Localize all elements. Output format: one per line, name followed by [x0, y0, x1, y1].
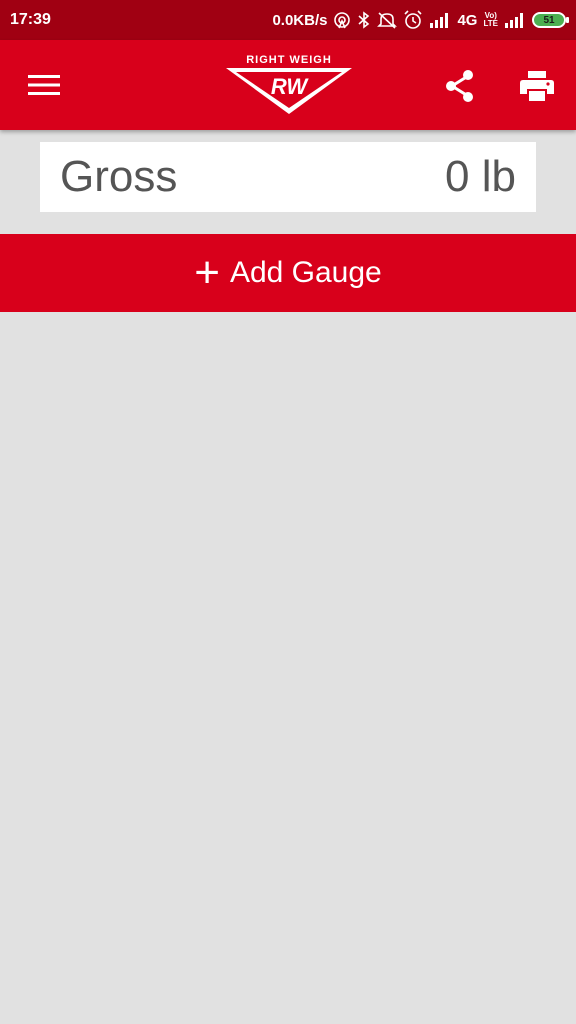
battery-icon: 51: [532, 12, 569, 28]
add-gauge-button[interactable]: + Add Gauge: [0, 234, 576, 312]
status-time: 17:39: [10, 11, 51, 28]
print-icon: [520, 71, 554, 101]
network-speed: 0.0KB/s: [272, 11, 328, 29]
gross-weight-card: Gross 0 lb: [40, 142, 536, 212]
share-icon: [446, 70, 473, 102]
gross-value: 0 lb: [445, 152, 516, 201]
logo-top-text: RIGHT WEIGH: [246, 54, 332, 66]
gross-label: Gross: [60, 152, 178, 201]
mute-icon: [377, 11, 398, 29]
status-bar: 17:39 0.0KB/s 4G Vo) LTE 51: [0, 0, 576, 40]
right-weigh-logo: RIGHT WEIGH RW: [224, 52, 354, 118]
signal-icon-2: [504, 12, 526, 28]
plus-icon: +: [194, 248, 220, 297]
menu-button[interactable]: [20, 65, 68, 105]
share-button[interactable]: [436, 64, 484, 108]
hotspot-icon: [333, 11, 351, 29]
add-gauge-label: Add Gauge: [229, 256, 382, 289]
alarm-icon: [403, 10, 423, 30]
battery-level: 51: [543, 14, 555, 26]
app-bar: RIGHT WEIGH RW: [0, 40, 576, 130]
status-icons: 0.0KB/s 4G Vo) LTE 51: [272, 10, 569, 30]
signal-icon: [429, 12, 451, 28]
print-button[interactable]: [512, 64, 562, 108]
bluetooth-icon: [357, 11, 371, 29]
menu-icon: [28, 75, 60, 95]
volte-indicator: Vo) LTE: [483, 11, 498, 28]
network-type: 4G: [457, 11, 478, 29]
logo-letters: RW: [271, 74, 309, 99]
